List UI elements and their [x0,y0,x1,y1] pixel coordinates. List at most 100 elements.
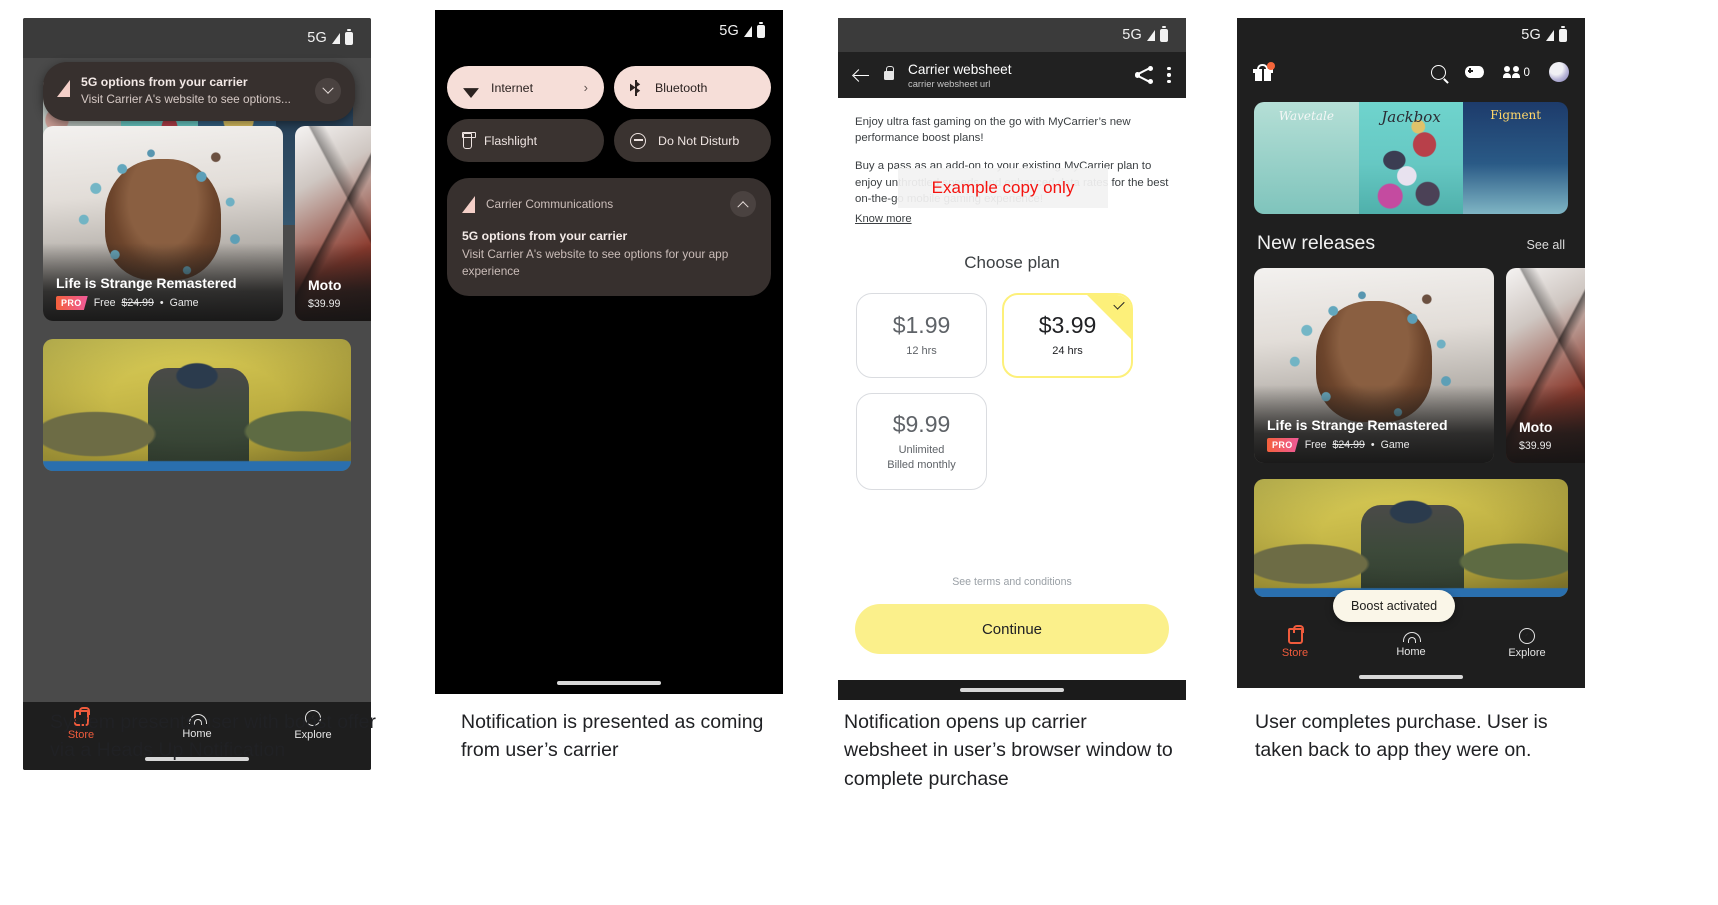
caption-2: Notification is presented as coming from… [461,711,764,762]
new-releases-row: Life is Strange Remastered PRO Free $24.… [1237,268,1585,463]
home-icon [1402,628,1421,643]
game-category: Game [169,297,199,309]
bluetooth-icon [630,79,643,96]
phone-1-heads-up-notification: 5G 5G options from your carrier Visit Ca… [23,18,371,770]
gesture-nav-bar[interactable] [1237,666,1585,688]
gift-icon[interactable] [1253,61,1275,81]
share-icon[interactable] [1135,66,1153,84]
status-network-label: 5G [1122,27,1142,43]
flashlight-icon [461,131,476,149]
plan-option-1[interactable]: $1.99 12 hrs [856,292,987,378]
chevron-down-icon[interactable] [315,78,341,104]
game-card[interactable]: Life is Strange Remastered PRO Free $24.… [43,126,283,321]
signal-icon [744,25,752,37]
avatar[interactable] [1549,62,1569,82]
phone-1-screen: 5G 5G options from your carrier Visit Ca… [23,18,371,770]
notification-dot [1267,61,1275,70]
quick-tile-label: Bluetooth [655,80,708,95]
signal-icon [332,32,340,44]
game-card[interactable]: Moto $39.99 [1506,268,1585,463]
banner-artwork [1254,479,1568,597]
carousel-slide[interactable] [1358,102,1464,214]
gesture-nav-bar[interactable] [838,680,1186,700]
pro-badge: PRO [56,296,88,310]
heads-up-notification[interactable]: 5G options from your carrier Visit Carri… [43,62,355,121]
chevron-up-icon[interactable] [730,191,756,217]
phone-2-notification-shade: 5G Internet › Bluetooth Flashlight Do No… [435,10,783,694]
browser-toolbar: Carrier websheet carrier websheet url [838,52,1186,98]
notification-card[interactable]: Carrier Communications 5G options from y… [447,178,771,296]
battery-icon [1559,26,1567,42]
people-count: 0 [1523,65,1530,79]
toast-boost-activated: Boost activated [1333,590,1456,622]
promo-banner-card[interactable] [1254,479,1568,597]
status-bar: 5G [1237,18,1585,52]
continue-button[interactable]: Continue [855,604,1169,655]
search-icon[interactable] [1430,64,1446,80]
notification-body: Visit Carrier A's website to see options… [462,247,729,278]
browser-url[interactable]: carrier websheet url [908,78,1121,89]
quick-tile-internet[interactable]: Internet › [447,66,604,109]
quick-tile-do-not-disturb[interactable]: Do Not Disturb [614,119,771,162]
gesture-pill[interactable] [1359,675,1463,679]
carrier-triangle-icon [57,80,70,97]
status-bar: 5G [23,18,371,58]
phone-3-screen: 5G Carrier websheet carrier websheet url… [838,18,1186,700]
bottom-navigation: Store Home Explore [1237,620,1585,666]
lock-icon [884,66,894,80]
game-title: Life is Strange Remastered [56,275,237,291]
gesture-pill[interactable] [557,681,661,685]
carousel-slide[interactable] [1463,102,1568,214]
game-card[interactable]: Moto $39.99 [295,126,371,321]
plan-duration: 12 hrs [906,344,937,357]
plan-price: $9.99 [892,410,951,437]
see-all-link[interactable]: See all [1526,238,1565,252]
people-icon[interactable]: 0 [1502,65,1530,79]
game-price: $39.99 [308,298,341,310]
game-controller-icon[interactable] [1464,66,1484,78]
caption-1: System presents user with boost offer vi… [50,711,376,762]
store-icon [1287,624,1304,644]
game-card[interactable]: Life is Strange Remastered PRO Free $24.… [1254,268,1494,463]
chevron-right-icon[interactable]: › [584,80,588,95]
plan-option-2-selected[interactable]: $3.99 24 hrs [1002,292,1133,378]
gesture-pill[interactable] [960,688,1064,692]
phone-4-purchase-complete: 5G 0 Wavetale Jackbox Figment New releas… [1237,18,1585,688]
nav-label: Home [1396,646,1426,658]
plan-option-3[interactable]: $9.99 Unlimited Billed monthly [856,392,987,491]
quick-tile-label: Do Not Disturb [658,133,740,148]
game-title: Moto [1519,419,1553,435]
carousel-slide[interactable] [1254,102,1359,214]
game-price: $39.99 [1519,440,1552,452]
battery-icon [757,22,765,38]
game-title: Life is Strange Remastered [1267,417,1448,433]
nav-item-home[interactable]: Home [1353,620,1469,666]
know-more-link[interactable]: Know more [855,213,912,225]
nav-item-store[interactable]: Store [1237,620,1353,666]
signal-icon [1147,29,1155,41]
nav-label: Explore [1508,646,1546,659]
game-category: Game [1380,439,1410,451]
plan-options: $1.99 12 hrs $3.99 24 hrs $9.99 Unlimite… [838,273,1186,491]
notification-body: Visit Carrier A's website to see options… [81,92,291,106]
gesture-nav-bar[interactable] [435,672,783,694]
terms-link[interactable]: See terms and conditions [838,576,1186,588]
quick-tile-label: Internet [491,80,534,95]
game-old-price: $24.99 [1332,439,1365,451]
promo-banner-card[interactable] [43,339,351,471]
featured-carousel[interactable] [1254,102,1568,214]
example-copy-stamp: Example copy only [898,168,1108,208]
overflow-menu-icon[interactable] [1167,66,1171,84]
quick-tile-flashlight[interactable]: Flashlight [447,119,604,162]
game-price: Free [93,297,116,309]
plan-price: $1.99 [892,311,951,338]
back-arrow-icon[interactable] [853,67,870,84]
plan-duration: Unlimited Billed monthly [887,443,956,471]
quick-tile-bluetooth[interactable]: Bluetooth [614,66,771,109]
banner-artwork [43,339,351,471]
nav-item-explore[interactable]: Explore [1469,620,1585,666]
notification-title: 5G options from your carrier [81,75,248,89]
status-network-label: 5G [719,23,739,39]
battery-icon [345,29,353,45]
battery-icon [1160,26,1168,42]
